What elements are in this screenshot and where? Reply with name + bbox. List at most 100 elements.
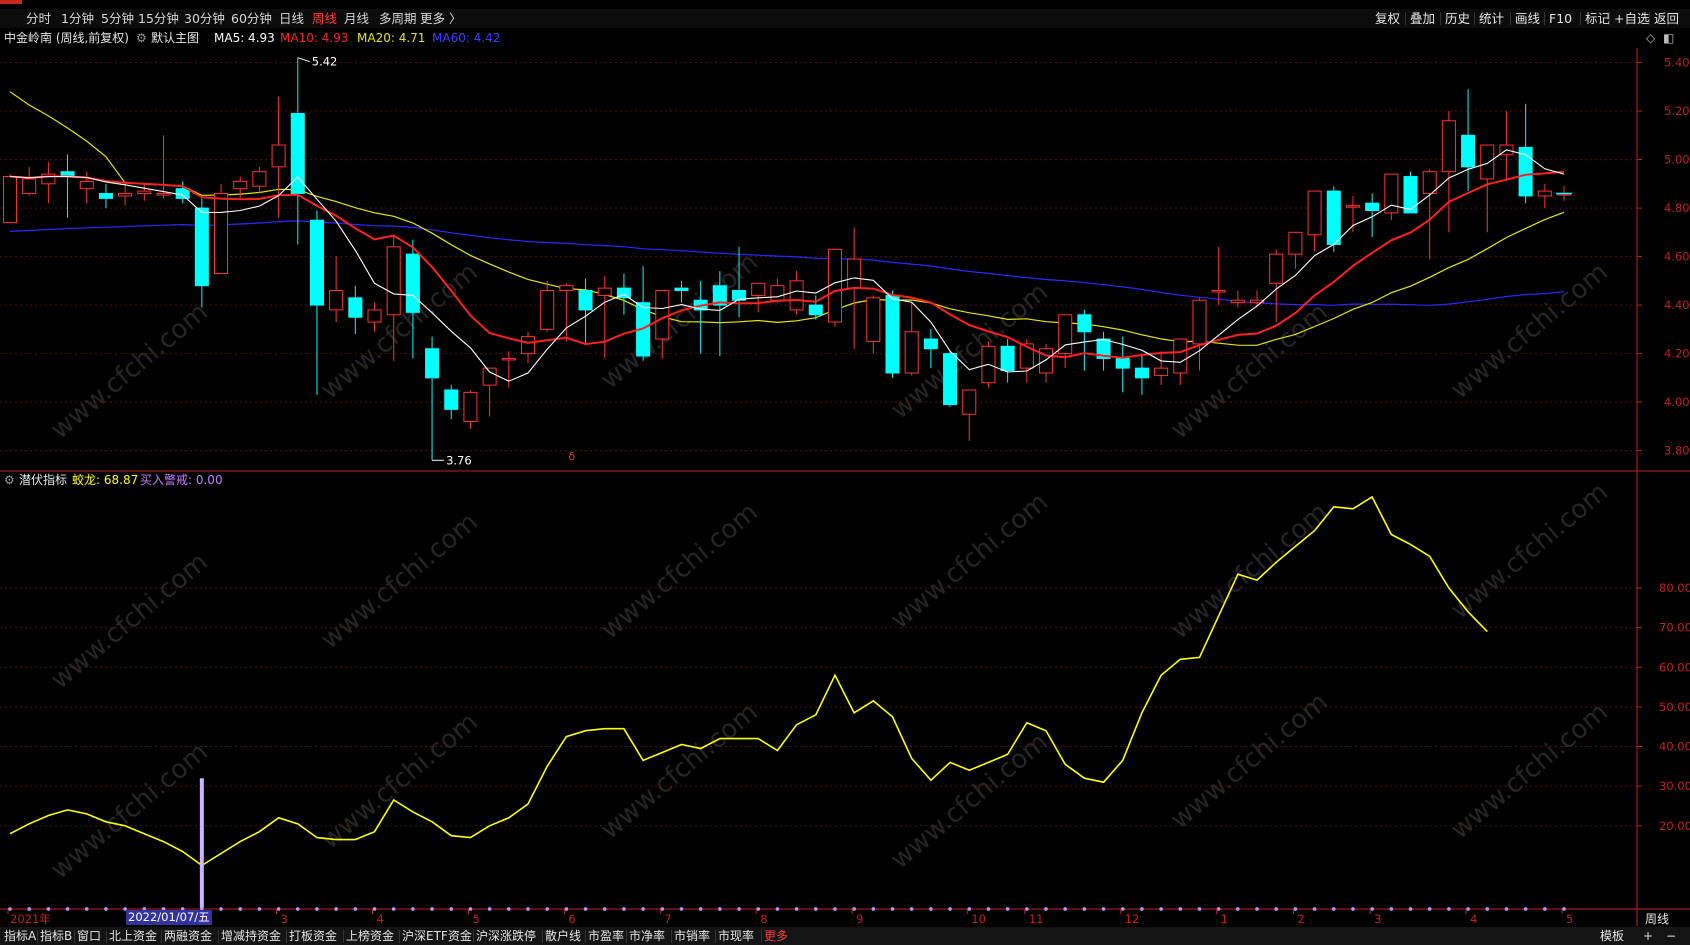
buy-alert-dot (1408, 907, 1413, 911)
candle-up (1250, 299, 1265, 304)
zoom-in-button[interactable]: + (1643, 927, 1653, 945)
period-tab-6[interactable]: 日线 (279, 9, 304, 28)
candle-up (559, 285, 574, 292)
candle-up (1537, 190, 1552, 197)
candle-up (520, 336, 536, 355)
period-tab-1[interactable]: 1分钟 (61, 9, 94, 28)
indicator-tick-label: 40.00 (1659, 740, 1690, 754)
bottom-tab-10[interactable]: 散户线 (545, 927, 581, 945)
toolbar-button-3[interactable]: 统计 (1479, 9, 1504, 28)
bottom-tab-11[interactable]: 市盈率 (588, 927, 624, 945)
price-tick-label: 5.00 (1664, 153, 1690, 167)
template-button[interactable]: 模板 (1600, 927, 1624, 945)
buy-alert-dot (430, 907, 434, 911)
toolbar-button-4[interactable]: 画线 (1515, 9, 1540, 28)
candle-down (1403, 176, 1418, 214)
candle-up (22, 178, 37, 195)
buy-alert-dot (756, 907, 761, 911)
buy-alert-value: 买入警戒: 0.00 (140, 473, 223, 487)
toolbar-button-1[interactable]: 叠加 (1410, 9, 1435, 28)
watermark-text: www.cfchi.com (885, 727, 1054, 875)
buy-alert-dot (1044, 907, 1048, 911)
bottom-tab-8[interactable]: 沪深ETF资金 (402, 927, 472, 945)
bottom-tab-9[interactable]: 沪深涨跌停 (476, 927, 536, 945)
watermark-text: www.cfchi.com (885, 277, 1054, 425)
jiaolong-line (9, 495, 1488, 867)
date-tick-label: 8 (760, 912, 767, 926)
buy-alert-dot (1274, 907, 1279, 911)
diamond-icon[interactable]: ◇ (1646, 29, 1655, 47)
period-tab-3[interactable]: 15分钟 (138, 9, 179, 28)
toolbar-button-5[interactable]: F10 (1549, 9, 1572, 28)
candle-up (41, 173, 56, 185)
template-label[interactable]: 默认主图 (151, 29, 199, 47)
price-tick-label: 4.60 (1664, 250, 1690, 264)
candle-up (847, 258, 862, 289)
bottom-tab-0[interactable]: 指标A (4, 927, 36, 945)
period-tab-5[interactable]: 60分钟 (231, 9, 272, 28)
indicator-tick-label: 60.00 (1659, 660, 1690, 674)
candle-down (1115, 357, 1130, 369)
candle-down (444, 389, 459, 410)
bottom-tab-15[interactable]: 更多 (764, 927, 788, 945)
period-tab-7[interactable]: 周线 (312, 9, 337, 28)
candle-down (616, 287, 631, 299)
candle-up (1230, 299, 1245, 304)
toolbar-button-6[interactable]: 标记 (1585, 9, 1610, 28)
buy-alert-dot (737, 907, 741, 911)
window-toggle-icon[interactable]: ◧ (1663, 29, 1674, 47)
bottom-tab-2[interactable]: 窗口 (77, 927, 101, 945)
buy-alert-dot (449, 907, 454, 911)
buy-alert-dot (353, 907, 358, 911)
toolbar-button-2[interactable]: 历史 (1445, 9, 1470, 28)
period-tab-0[interactable]: 分时 (26, 9, 51, 28)
bottom-tab-4[interactable]: 两融资金 (164, 927, 212, 945)
period-tab-9[interactable]: 多周期 (379, 9, 417, 28)
period-tab-10[interactable]: 更多 〉 (420, 9, 461, 28)
bottom-tab-5[interactable]: 增减持资金 (221, 927, 281, 945)
period-label: 周线 (1645, 912, 1669, 926)
buy-alert-dot (564, 907, 569, 911)
ma20-value: MA20: 4.71 (357, 31, 426, 45)
candle-down (712, 285, 727, 306)
indicator-name[interactable]: 潜伏指标 (19, 471, 67, 489)
ma20-line (9, 91, 1565, 346)
buy-alert-dot (276, 907, 281, 911)
candle-down (1365, 202, 1380, 211)
toolbar-button-7[interactable]: +自选 (1614, 9, 1649, 28)
bottom-tab-13[interactable]: 市销率 (674, 927, 710, 945)
indicator-settings-icon[interactable]: ⚙ (4, 471, 15, 489)
candle-up (1499, 144, 1514, 156)
price-tick-label: 3.80 (1664, 444, 1690, 458)
period-tab-2[interactable]: 5分钟 (101, 9, 134, 28)
buy-alert-dot (391, 907, 396, 911)
bottom-tab-divider (161, 930, 162, 943)
buy-alert-dot (238, 907, 243, 911)
toolbar-button-8[interactable]: 返回 (1654, 9, 1679, 28)
candle-up (1441, 120, 1456, 173)
candle-down (578, 290, 593, 311)
settings-icon[interactable]: ⚙ (136, 29, 147, 47)
zoom-out-button[interactable]: − (1666, 927, 1676, 945)
bottom-tab-12[interactable]: 市净率 (629, 927, 665, 945)
bottom-tab-3[interactable]: 北上资金 (109, 927, 157, 945)
indicator-tick-label: 50.00 (1659, 700, 1690, 714)
buy-alert-dot (27, 907, 31, 911)
candle-down (943, 353, 958, 406)
period-tab-8[interactable]: 月线 (344, 9, 369, 28)
bottom-tab-divider (626, 930, 627, 943)
bottom-tab-1[interactable]: 指标B (40, 927, 72, 945)
candle-down (425, 348, 440, 379)
period-tab-4[interactable]: 30分钟 (184, 9, 225, 28)
bottom-tab-14[interactable]: 市现率 (718, 927, 754, 945)
price-tick-label: 4.80 (1664, 201, 1690, 215)
toolbar-divider (1405, 12, 1406, 25)
bottom-tab-6[interactable]: 打板资金 (289, 927, 337, 945)
buy-alert-dot (775, 907, 780, 911)
bottom-tab-7[interactable]: 上榜资金 (346, 927, 394, 945)
toolbar-button-0[interactable]: 复权 (1375, 9, 1400, 28)
toolbar-divider (1609, 12, 1610, 25)
candle-up (1173, 338, 1188, 374)
kline-chart-area[interactable]: www.cfchi.com www.cfchi.com www.cfchi.com w… (0, 0, 1690, 945)
candle-up (1038, 348, 1054, 374)
